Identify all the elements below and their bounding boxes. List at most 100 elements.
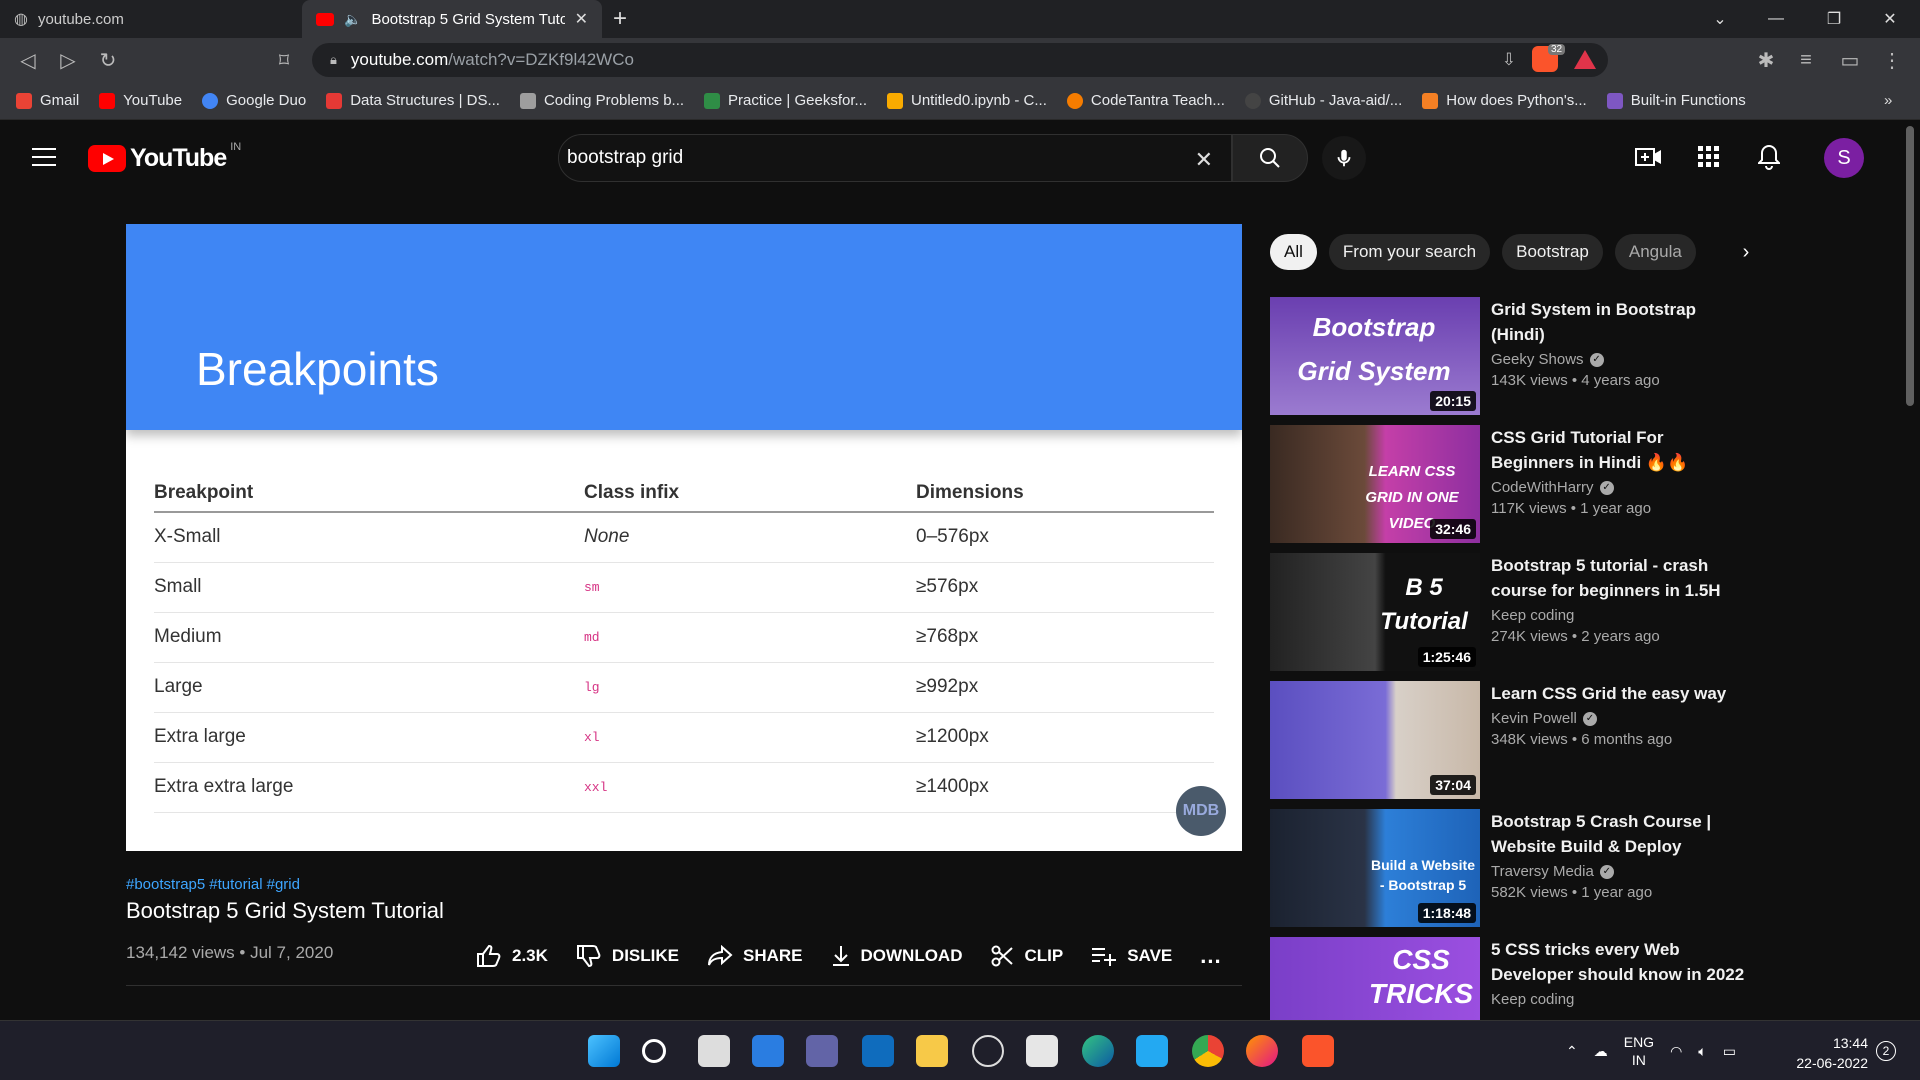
search-input[interactable]: bootstrap grid ✕ — [558, 134, 1232, 182]
recommended-title[interactable]: Bootstrap 5 tutorial - crash course for … — [1491, 553, 1751, 603]
download-button[interactable]: DOWNLOAD — [831, 945, 962, 967]
video-thumbnail[interactable]: Bootstrap Grid System 20:15 — [1270, 297, 1480, 415]
bookmark-icon[interactable]: ⌑ — [264, 38, 304, 82]
forward-button[interactable]: ▷ — [48, 38, 88, 82]
volume-icon[interactable]: 🔈︎ — [1698, 1043, 1706, 1060]
battery-icon[interactable]: ▭ — [1723, 1043, 1736, 1060]
recommended-video[interactable]: 37:04 Learn CSS Grid the easy way Kevin … — [1270, 681, 1750, 809]
tab-video[interactable]: 🔈 Bootstrap 5 Grid System Tutorial ✕ — [302, 0, 602, 38]
more-actions-button[interactable]: ... — [1200, 943, 1221, 969]
firefox-icon[interactable] — [1246, 1035, 1278, 1067]
hashtag-link[interactable]: #bootstrap5 — [126, 876, 205, 893]
browser-menu-icon[interactable]: ⋮ — [1872, 38, 1912, 82]
search-button[interactable] — [1232, 134, 1308, 182]
edge-icon[interactable] — [1082, 1035, 1114, 1067]
speaker-icon[interactable]: 🔈 — [344, 11, 361, 28]
vscode-icon[interactable] — [1136, 1035, 1168, 1067]
recommended-title[interactable]: Grid System in Bootstrap (Hindi) — [1491, 297, 1751, 347]
channel-name[interactable]: CodeWithHarry ✓ — [1491, 479, 1751, 496]
channel-name[interactable]: Keep coding — [1491, 991, 1751, 1008]
file-explorer-icon[interactable] — [916, 1035, 948, 1067]
chip-bootstrap[interactable]: Bootstrap — [1502, 234, 1603, 270]
windows-start-icon[interactable] — [588, 1035, 620, 1067]
recommended-title[interactable]: Bootstrap 5 Crash Course | Website Build… — [1491, 809, 1751, 859]
save-button[interactable]: SAVE — [1091, 946, 1172, 966]
hamburger-menu-icon[interactable] — [32, 148, 56, 166]
bookmark-item[interactable]: GitHub - Java-aid/... — [1244, 92, 1402, 109]
share-button[interactable]: SHARE — [707, 945, 803, 967]
voice-search-button[interactable] — [1322, 136, 1366, 180]
video-player[interactable]: Breakpoints Breakpoint Class infix Dimen… — [126, 224, 1242, 851]
create-video-icon[interactable] — [1632, 140, 1666, 174]
language-indicator[interactable]: ENG IN — [1624, 1033, 1654, 1069]
brave-icon[interactable] — [1302, 1035, 1334, 1067]
video-thumbnail[interactable]: B 5 Tutorial 1:25:46 — [1270, 553, 1480, 671]
onedrive-icon[interactable]: ☁ — [1594, 1043, 1608, 1060]
extensions-icon[interactable]: ✱ — [1746, 38, 1786, 82]
more-bookmarks-icon[interactable]: » — [1884, 92, 1892, 109]
bookmark-item[interactable]: Built-in Functions — [1606, 92, 1746, 109]
minimize-button[interactable]: — — [1748, 0, 1804, 38]
bookmark-item[interactable]: Data Structures | DS... — [326, 92, 500, 109]
bookmark-item[interactable]: Practice | Geeksfor... — [704, 92, 867, 109]
chevron-up-icon[interactable]: ⌃ — [1566, 1043, 1578, 1060]
video-thumbnail[interactable]: LEARN CSS GRID IN ONE VIDEO 32:46 — [1270, 425, 1480, 543]
chip-from-your-search[interactable]: From your search — [1328, 234, 1491, 270]
clock[interactable]: 13:44 22-06-2022 — [1788, 1033, 1868, 1073]
task-view-icon[interactable] — [698, 1035, 730, 1067]
recommended-title[interactable]: Learn CSS Grid the easy way — [1491, 681, 1751, 706]
close-window-button[interactable]: ✕ — [1862, 0, 1918, 38]
mail-icon[interactable] — [862, 1035, 894, 1067]
chevron-right-icon[interactable]: › — [1730, 236, 1762, 268]
hashtag-link[interactable]: #tutorial — [209, 876, 262, 893]
wallet-icon[interactable]: ▭ — [1830, 38, 1870, 82]
dislike-button[interactable]: DISLIKE — [576, 944, 679, 968]
tab-youtube[interactable]: ◍ youtube.com — [0, 0, 302, 38]
recommended-title[interactable]: 5 CSS tricks every Web Developer should … — [1491, 937, 1751, 987]
close-tab-icon[interactable]: ✕ — [575, 9, 588, 29]
video-thumbnail[interactable]: 37:04 — [1270, 681, 1480, 799]
avatar[interactable]: S — [1824, 138, 1864, 178]
teams-chat-icon[interactable] — [806, 1035, 838, 1067]
bookmark-item[interactable]: How does Python's... — [1422, 92, 1587, 109]
video-thumbnail[interactable]: Build a Website - Bootstrap 5 1:18:48 — [1270, 809, 1480, 927]
new-tab-button[interactable]: + — [602, 0, 638, 38]
chip-angular[interactable]: Angula — [1614, 234, 1696, 270]
notifications-bell-icon[interactable] — [1752, 140, 1786, 174]
recommended-video[interactable]: Build a Website - Bootstrap 5 1:18:48 Bo… — [1270, 809, 1750, 937]
bookmark-item[interactable]: Google Duo — [202, 92, 306, 109]
youtube-logo[interactable]: YouTube IN — [88, 141, 241, 173]
channel-name[interactable]: Geeky Shows ✓ — [1491, 351, 1751, 368]
like-button[interactable]: 2.3K — [476, 944, 548, 968]
recommended-video[interactable]: Bootstrap Grid System 20:15 Grid System … — [1270, 297, 1750, 425]
dell-icon[interactable] — [972, 1035, 1004, 1067]
bookmark-item[interactable]: Untitled0.ipynb - C... — [887, 92, 1047, 109]
widgets-icon[interactable] — [752, 1035, 784, 1067]
restore-button[interactable]: ❐ — [1806, 0, 1862, 38]
chip-all[interactable]: All — [1270, 234, 1317, 270]
recommended-title[interactable]: CSS Grid Tutorial For Beginners in Hindi… — [1491, 425, 1751, 475]
channel-name[interactable]: Traversy Media ✓ — [1491, 863, 1751, 880]
brave-rewards-icon[interactable] — [1574, 50, 1596, 69]
bookmark-item[interactable]: Gmail — [16, 92, 79, 109]
bookmark-item[interactable]: YouTube — [99, 92, 182, 109]
clip-button[interactable]: CLIP — [990, 944, 1063, 968]
page-scrollbar[interactable] — [1906, 126, 1914, 406]
chrome-icon[interactable] — [1192, 1035, 1224, 1067]
store-icon[interactable] — [1026, 1035, 1058, 1067]
channel-name[interactable]: Kevin Powell ✓ — [1491, 710, 1751, 727]
back-button[interactable]: ◁ — [8, 38, 48, 82]
channel-name[interactable]: Keep coding — [1491, 607, 1751, 624]
notification-badge[interactable]: 2 — [1876, 1041, 1896, 1061]
recommended-video[interactable]: B 5 Tutorial 1:25:46 Bootstrap 5 tutoria… — [1270, 553, 1750, 681]
bookmark-item[interactable]: Coding Problems b... — [519, 92, 684, 109]
clear-search-icon[interactable]: ✕ — [1195, 147, 1213, 173]
tab-search-icon[interactable]: ⌄ — [1692, 0, 1748, 38]
install-icon[interactable]: ⇩ — [1502, 50, 1516, 70]
wifi-icon[interactable]: ◠ — [1670, 1043, 1682, 1060]
recommended-video[interactable]: LEARN CSS GRID IN ONE VIDEO 32:46 CSS Gr… — [1270, 425, 1750, 553]
search-icon[interactable] — [642, 1039, 666, 1063]
apps-grid-icon[interactable] — [1692, 140, 1726, 174]
reload-button[interactable]: ↻ — [88, 38, 128, 82]
hashtag-link[interactable]: #grid — [267, 876, 300, 893]
